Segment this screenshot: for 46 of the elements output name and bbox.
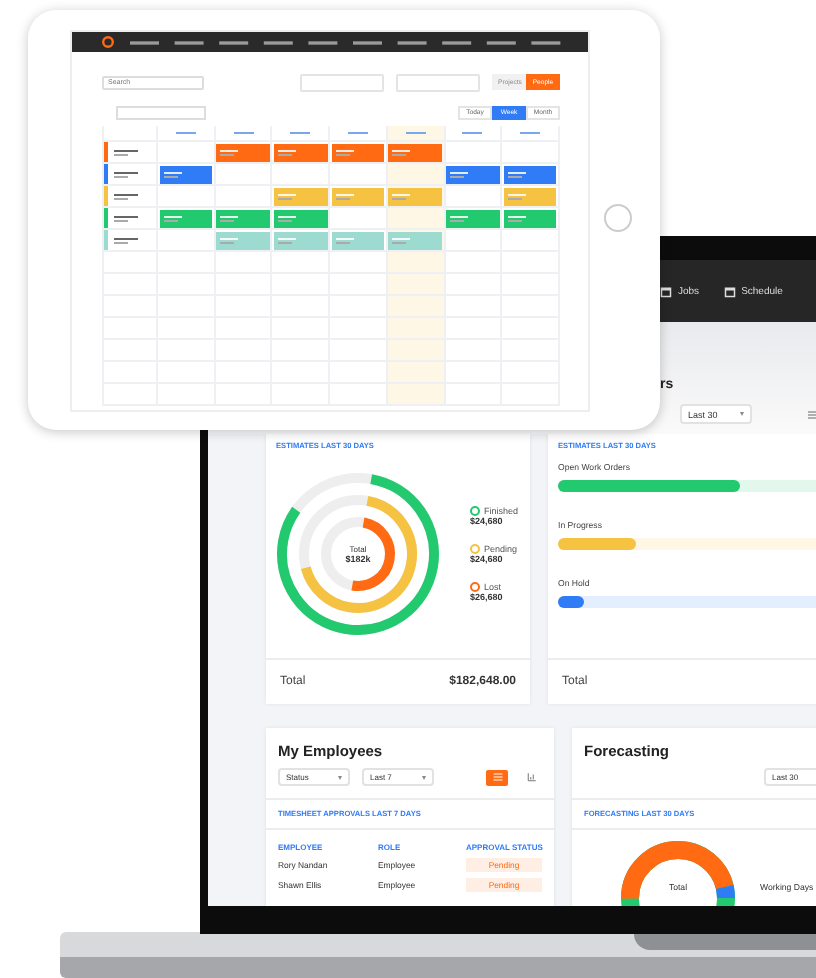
schedule-cell[interactable] — [215, 252, 273, 274]
schedule-cell[interactable] — [387, 318, 446, 340]
schedule-cell[interactable] — [387, 252, 446, 274]
schedule-cell[interactable] — [445, 230, 503, 252]
schedule-cell[interactable] — [445, 186, 503, 208]
schedule-cell[interactable] — [387, 164, 446, 186]
caret-icon — [740, 412, 744, 416]
caret-icon — [338, 775, 342, 779]
schedule-cell[interactable] — [158, 186, 216, 208]
schedule-cell[interactable] — [387, 362, 446, 384]
schedule-cell[interactable] — [158, 142, 216, 164]
legend-dot — [470, 506, 480, 516]
schedule-cell[interactable] — [445, 296, 503, 318]
schedule-cell[interactable] — [445, 362, 503, 384]
schedule-cell[interactable] — [502, 142, 560, 164]
legend-dot — [470, 582, 480, 592]
schedule-cell[interactable] — [215, 186, 273, 208]
calendar-icon — [660, 285, 672, 297]
schedule-cell[interactable] — [272, 252, 331, 274]
schedule-cell[interactable] — [445, 340, 503, 362]
schedule-cell[interactable] — [215, 164, 273, 186]
schedule-cell[interactable] — [445, 252, 503, 274]
bar-chart-icon — [525, 772, 537, 782]
schedule-cell[interactable] — [445, 142, 503, 164]
schedule-cell[interactable] — [158, 252, 216, 274]
schedule-cell[interactable] — [445, 384, 503, 406]
schedule-cell[interactable] — [387, 384, 446, 406]
schedule-cell[interactable] — [158, 230, 216, 252]
schedule-cell[interactable] — [445, 274, 503, 296]
calendar-icon — [723, 285, 736, 297]
view-toggle[interactable] — [486, 769, 508, 785]
schedule-cell[interactable] — [387, 340, 446, 362]
schedule-cell[interactable] — [387, 208, 446, 230]
legend-dot — [470, 544, 480, 554]
schedule-cell[interactable] — [272, 164, 331, 186]
schedule-cell[interactable] — [387, 296, 446, 318]
home-button[interactable] — [604, 204, 632, 232]
schedule-cell[interactable] — [445, 318, 503, 340]
filter-dropdown[interactable] — [300, 73, 384, 91]
caret-icon — [422, 775, 426, 779]
list-icon — [491, 772, 503, 782]
date-range-field[interactable] — [116, 105, 206, 119]
schedule-cell[interactable] — [502, 230, 560, 252]
filter-dropdown[interactable] — [396, 73, 480, 91]
logo-icon — [102, 36, 114, 48]
schedule-cell[interactable] — [387, 274, 446, 296]
